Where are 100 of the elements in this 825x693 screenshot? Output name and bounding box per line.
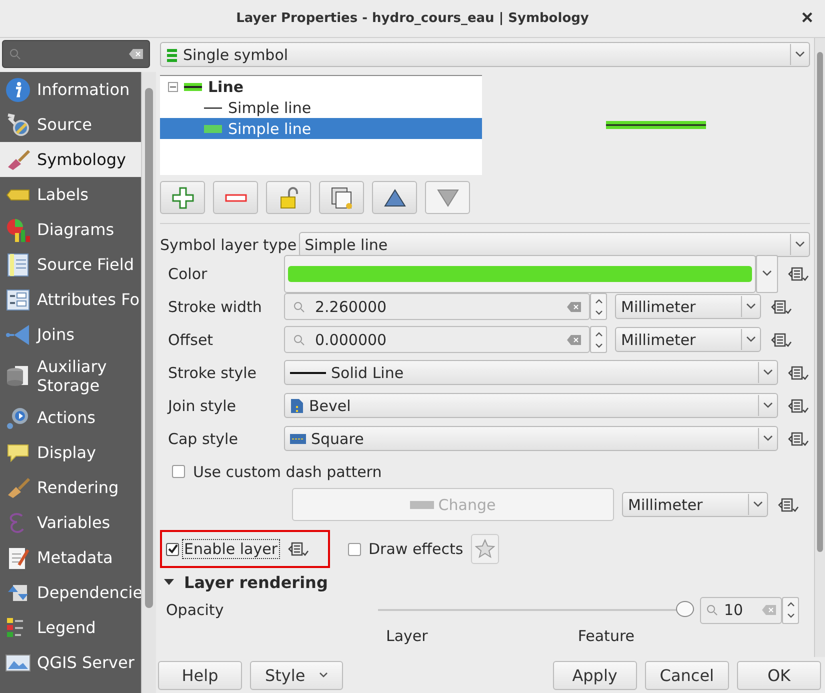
lock-button[interactable] <box>266 181 311 214</box>
star-icon <box>475 539 496 559</box>
table-icon <box>5 252 31 278</box>
search-icon <box>293 300 305 312</box>
sidebar-item[interactable]: Attributes Fo <box>0 282 142 317</box>
list-arrow-icon <box>788 430 810 448</box>
checkbox[interactable]: Use custom dash pattern <box>172 462 382 480</box>
spin-buttons[interactable] <box>590 326 607 353</box>
sidebar-item[interactable]: Labels <box>0 177 142 212</box>
override-button[interactable] <box>288 540 310 558</box>
list-arrow-icon <box>778 496 800 514</box>
field-label: Offset <box>168 330 214 348</box>
line-swatch-icon <box>184 82 202 90</box>
sidebar-item[interactable]: Legend <box>0 610 142 645</box>
column-label: Feature <box>578 627 635 645</box>
override-button[interactable] <box>788 430 810 448</box>
dialog-button[interactable]: Help <box>158 660 242 690</box>
sidebar-item[interactable]: Source Field <box>0 247 142 282</box>
collapse-icon <box>168 82 178 92</box>
override-button[interactable] <box>788 364 810 382</box>
solid-line-icon <box>290 370 326 374</box>
field-label: Symbol layer type <box>160 236 297 254</box>
override-button[interactable] <box>788 396 810 414</box>
style-dropdown[interactable]: Bevel <box>284 393 778 418</box>
clear-icon <box>129 49 143 59</box>
field-label: Opacity <box>166 601 225 619</box>
number-field[interactable]: 10 <box>700 596 782 624</box>
override-button[interactable] <box>788 264 810 282</box>
unit-dropdown[interactable]: Millimeter <box>615 294 761 319</box>
square-cap-icon <box>290 434 306 444</box>
sidebar-item[interactable]: Display <box>0 435 142 470</box>
slider-handle[interactable] <box>676 601 694 617</box>
add-layer-button[interactable] <box>160 181 205 214</box>
database-icon <box>5 363 31 389</box>
list-arrow-icon <box>288 540 310 558</box>
line-preview-icon <box>606 120 706 130</box>
sidebar-item[interactable]: Rendering <box>0 470 142 505</box>
search-field[interactable] <box>2 40 150 68</box>
sidebar-item[interactable]: Variables <box>0 505 142 540</box>
sidebar-item[interactable]: QGIS Server <box>0 645 142 680</box>
move-up-button[interactable] <box>372 181 417 214</box>
checkmark-icon <box>168 544 178 554</box>
close-button[interactable]: × <box>797 7 817 30</box>
override-button[interactable] <box>771 298 793 316</box>
spin-buttons[interactable] <box>590 293 607 320</box>
sidebar-item[interactable]: Joins <box>0 317 142 352</box>
field-label: Color <box>168 264 208 282</box>
dialog-button[interactable]: OK <box>737 660 821 690</box>
clear-icon <box>567 302 581 312</box>
clear-icon <box>567 334 581 344</box>
section-header[interactable]: Layer rendering <box>160 569 810 595</box>
duplicate-icon <box>330 186 354 210</box>
sidebar-item[interactable]: Information <box>0 72 142 107</box>
symbol-layer-type-dropdown[interactable]: Simple line <box>298 232 810 257</box>
field-label: Stroke style <box>168 364 258 382</box>
dialog-button[interactable]: Cancel <box>644 660 729 690</box>
renderer-dropdown[interactable]: Single symbol <box>160 42 810 67</box>
remove-layer-button[interactable] <box>213 181 258 214</box>
form-icon <box>5 286 31 312</box>
dialog-button[interactable]: Apply <box>552 660 637 690</box>
number-field[interactable]: 2.260000 <box>284 293 590 320</box>
dialog-button[interactable]: Style <box>250 660 344 690</box>
duplicate-button[interactable] <box>319 181 364 214</box>
search-icon <box>9 48 21 60</box>
sidebar-item[interactable]: Source <box>0 107 142 142</box>
stacked-bars-icon <box>166 48 178 62</box>
override-button[interactable] <box>771 330 793 348</box>
field-label: Join style <box>168 396 238 414</box>
color-button[interactable] <box>284 254 756 292</box>
sidebar-item[interactable]: Auxiliary Storage <box>0 352 142 400</box>
search-icon <box>293 334 305 346</box>
list-arrow-icon <box>771 298 793 316</box>
wrench-gear-icon <box>5 112 31 138</box>
checkbox[interactable]: Draw effects <box>348 540 464 558</box>
field-label: Stroke width <box>168 298 263 316</box>
plus-icon <box>170 186 194 210</box>
bevel-join-icon <box>290 398 304 414</box>
number-field[interactable]: 0.000000 <box>284 326 590 353</box>
minus-icon <box>224 194 246 202</box>
style-dropdown[interactable]: Square <box>284 426 778 451</box>
list-arrow-icon <box>788 396 810 414</box>
override-button[interactable] <box>778 496 800 514</box>
sidebar-item[interactable]: Metadata <box>0 540 142 575</box>
scrollbar[interactable] <box>814 38 825 657</box>
tree-item[interactable]: Simple line <box>160 118 482 139</box>
clear-icon <box>762 605 776 615</box>
search-icon <box>706 604 718 616</box>
column-label: Layer <box>386 627 428 645</box>
sidebar-item[interactable]: Symbology <box>0 142 142 177</box>
spin-buttons[interactable] <box>782 596 799 624</box>
tree-item[interactable]: Line <box>160 76 482 97</box>
info-icon <box>5 76 31 102</box>
dash-swatch-icon <box>410 500 434 508</box>
sidebar-item[interactable]: Diagrams <box>0 212 142 247</box>
sidebar-item[interactable]: Actions <box>0 400 142 435</box>
list-arrow-icon <box>771 330 793 348</box>
scrollbar[interactable] <box>141 72 156 693</box>
unit-dropdown[interactable]: Millimeter <box>615 327 761 352</box>
style-dropdown[interactable]: Solid Line <box>284 360 778 385</box>
tree-item[interactable]: Simple line <box>160 97 482 118</box>
